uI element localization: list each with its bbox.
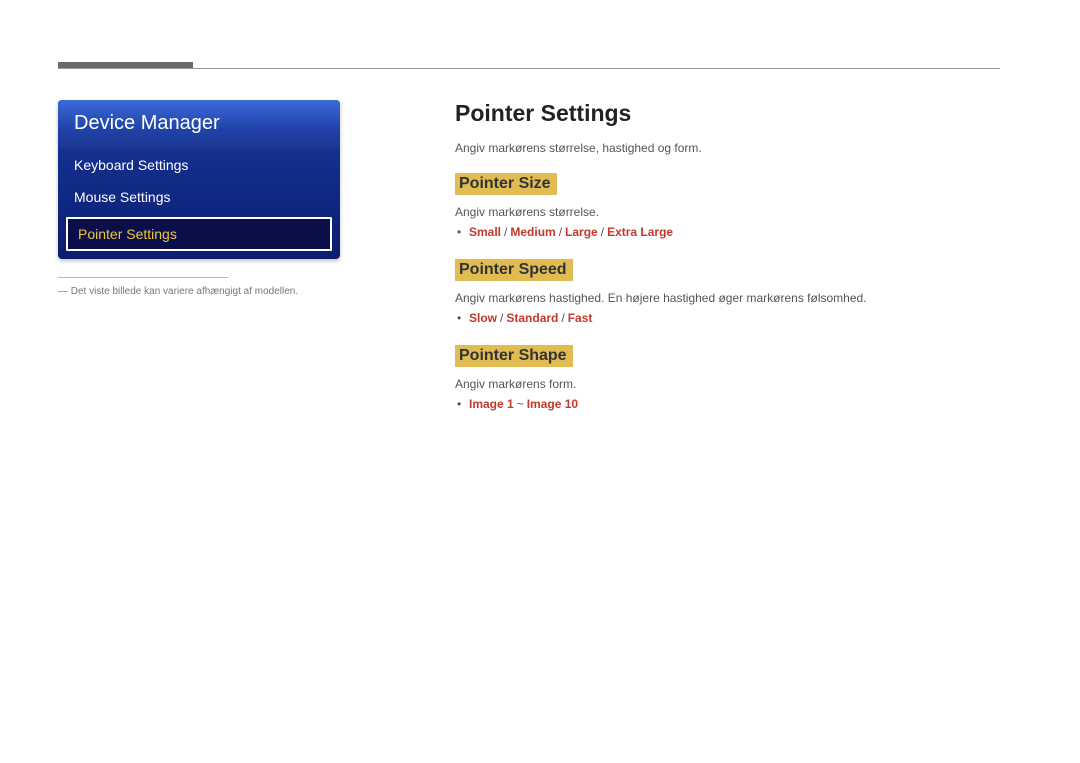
footnote-rule <box>58 277 228 278</box>
option-fast: Fast <box>568 311 593 325</box>
sidebar: Device Manager Keyboard Settings Mouse S… <box>58 100 340 297</box>
section-heading-shape: Pointer Shape <box>455 345 573 367</box>
option-separator: ~ <box>514 397 527 411</box>
menu-item-mouse-settings[interactable]: Mouse Settings <box>58 181 340 213</box>
section-pointer-shape: Pointer Shape Angiv markørens form. Imag… <box>455 345 1000 411</box>
option-separator: / <box>558 311 567 325</box>
menu-header: Device Manager <box>58 100 340 149</box>
section-heading-size: Pointer Size <box>455 173 557 195</box>
option-separator: / <box>598 225 607 239</box>
option-slow: Slow <box>469 311 497 325</box>
section-desc-size: Angiv markørens størrelse. <box>455 205 1000 219</box>
section-options-size: Small/Medium/Large/Extra Large <box>469 225 1000 239</box>
section-options-speed: Slow/Standard/Fast <box>469 311 1000 325</box>
option-image-1: Image 1 <box>469 397 514 411</box>
section-desc-shape: Angiv markørens form. <box>455 377 1000 391</box>
section-heading-speed: Pointer Speed <box>455 259 573 281</box>
footnote: ― Det viste billede kan variere afhængig… <box>58 286 340 297</box>
header-rule <box>58 68 1000 69</box>
page-intro: Angiv markørens størrelse, hastighed og … <box>455 141 1000 155</box>
section-options-shape: Image 1~Image 10 <box>469 397 1000 411</box>
menu-panel: Device Manager Keyboard Settings Mouse S… <box>58 100 340 259</box>
page-title: Pointer Settings <box>455 100 1000 127</box>
option-extra-large: Extra Large <box>607 225 673 239</box>
option-small: Small <box>469 225 501 239</box>
menu-item-keyboard-settings[interactable]: Keyboard Settings <box>58 149 340 181</box>
option-separator: / <box>556 225 565 239</box>
option-standard: Standard <box>506 311 558 325</box>
content: Pointer Settings Angiv markørens størrel… <box>455 100 1000 431</box>
option-large: Large <box>565 225 598 239</box>
menu-item-pointer-settings[interactable]: Pointer Settings <box>66 217 332 251</box>
option-medium: Medium <box>510 225 555 239</box>
section-desc-speed: Angiv markørens hastighed. En højere has… <box>455 291 1000 305</box>
section-pointer-speed: Pointer Speed Angiv markørens hastighed.… <box>455 259 1000 325</box>
option-image-10: Image 10 <box>527 397 578 411</box>
option-separator: / <box>497 311 506 325</box>
option-separator: / <box>501 225 510 239</box>
section-pointer-size: Pointer Size Angiv markørens størrelse. … <box>455 173 1000 239</box>
